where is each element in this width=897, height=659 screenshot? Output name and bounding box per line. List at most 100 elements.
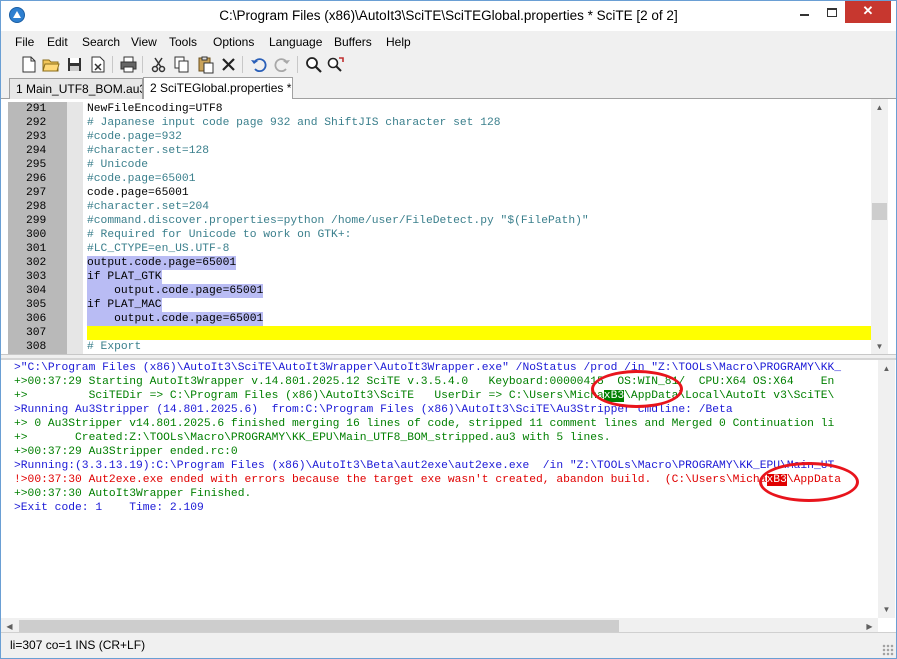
replace-icon[interactable] [326,55,345,74]
code-line[interactable]: 308 # Export [1,340,871,354]
toolbar-separator [142,56,143,73]
output-text: !>00:37:30 Aut2exe.exe ended with errors… [14,474,767,486]
line-number: 302 [26,257,47,269]
editor-vertical-scrollbar[interactable]: ▲ ▼ [871,99,888,354]
menu-tools[interactable]: Tools [169,35,197,49]
new-file-icon[interactable] [19,55,38,74]
line-number: 307 [26,327,47,339]
code-line[interactable]: 307 [1,326,871,340]
output-text: +>00:37:29 Au3Stripper ended.rc:0 [14,446,238,458]
output-text: \AppData\Local\AutoIt v3\SciTE\ [624,390,835,402]
scroll-down-icon[interactable]: ▼ [878,601,895,618]
undo-icon[interactable] [249,55,268,74]
minimize-button[interactable] [791,1,818,23]
close-button[interactable]: ✕ [845,1,891,23]
code-line[interactable]: 304 output.code.page=65001 [1,284,871,298]
scroll-left-icon[interactable]: ◀ [1,618,18,632]
output-lines[interactable]: >"C:\Program Files (x86)\AutoIt3\SciTE\A… [1,360,896,515]
code-line[interactable]: 291 NewFileEncoding=UTF8 [1,102,871,116]
line-number: 306 [26,313,47,325]
line-text: output.code.page=65001 [87,284,264,298]
output-pane[interactable]: >"C:\Program Files (x86)\AutoIt3\SciTE\A… [1,358,896,632]
line-number: 295 [26,159,47,171]
output-text: +>00:37:29 Starting AutoIt3Wrapper v.14.… [14,376,835,388]
close-icon: ✕ [862,3,874,18]
output-horizontal-scrollbar[interactable]: ◀ ▶ [1,618,878,632]
code-line[interactable]: 306 output.code.page=65001 [1,312,871,326]
menu-edit[interactable]: Edit [47,35,68,49]
line-text: output.code.page=65001 [87,312,264,326]
scroll-up-icon[interactable]: ▲ [871,99,888,116]
scroll-right-icon[interactable]: ▶ [861,618,878,632]
output-line: >Exit code: 1 Time: 2.109 [1,501,885,515]
maximize-button[interactable] [818,1,845,23]
menu-language[interactable]: Language [269,35,322,49]
paste-icon[interactable] [196,55,215,74]
line-number: 304 [26,285,47,297]
line-number: 308 [26,341,47,353]
close-file-icon[interactable] [88,55,107,74]
code-line[interactable]: 300 # Required for Unicode to work on GTK… [1,228,871,242]
output-line: >Running Au3Stripper (14.801.2025.6) fro… [1,403,885,417]
scroll-up-icon[interactable]: ▲ [878,360,895,377]
code-lines[interactable]: 291 NewFileEncoding=UTF8 292 # Japanese inp… [1,102,871,354]
invalid-char-marker: xB3 [766,474,787,486]
caret-line-highlight [87,326,871,340]
line-text: # Export [87,341,142,353]
tab-bar: 1 Main_UTF8_BOM.au3 2 SciTEGlobal.proper… [1,77,896,100]
code-line[interactable]: 301 #LC_CTYPE=en_US.UTF-8 [1,242,871,256]
output-line: +> 0 Au3Stripper v14.801.2025.6 finished… [1,417,885,431]
tab-scite-global-properties[interactable]: 2 SciTEGlobal.properties * [143,77,293,100]
output-text: +> SciTEDir => C:\Program Files (x86)\Au… [14,390,604,402]
menu-buffers[interactable]: Buffers [334,35,372,49]
code-line[interactable]: 296 #code.page=65001 [1,172,871,186]
code-line[interactable]: 302 output.code.page=65001 [1,256,871,270]
line-text: #character.set=128 [87,145,210,157]
save-icon[interactable] [65,55,84,74]
redo-icon[interactable] [273,55,292,74]
output-text: +>00:37:30 AutoIt3Wrapper Finished. [14,488,252,500]
menu-help[interactable]: Help [386,35,411,49]
code-line[interactable]: 292 # Japanese input code page 932 and Sh… [1,116,871,130]
menu-search[interactable]: Search [82,35,120,49]
cut-icon[interactable] [149,55,168,74]
invalid-char-marker: xB3 [603,390,625,402]
line-text: # Required for Unicode to work on GTK+: [87,229,352,241]
line-text: code.page=65001 [87,187,189,199]
code-line[interactable]: 298 #character.set=204 [1,200,871,214]
line-text: # Unicode [87,159,149,171]
code-line[interactable]: 297 code.page=65001 [1,186,871,200]
line-text: #code.page=932 [87,131,182,143]
status-bar: li=307 co=1 INS (CR+LF) [1,632,896,658]
find-icon[interactable] [304,55,323,74]
menu-file[interactable]: File [15,35,34,49]
code-line[interactable]: 294 #character.set=128 [1,144,871,158]
title-bar[interactable]: C:\Program Files (x86)\AutoIt3\SciTE\Sci… [1,1,896,31]
resize-grip-icon[interactable] [882,644,894,656]
open-folder-icon[interactable] [41,55,60,74]
code-line[interactable]: 303 if PLAT_GTK [1,270,871,284]
editor-scroll-thumb[interactable] [872,203,887,220]
delete-icon[interactable] [219,55,238,74]
line-text: #character.set=204 [87,201,210,213]
editor-pane[interactable]: 291 NewFileEncoding=UTF8 292 # Japanese inp… [1,99,896,355]
code-line[interactable]: 305 if PLAT_MAC [1,298,871,312]
output-scroll-thumb[interactable] [19,620,619,632]
output-line: +>00:37:30 AutoIt3Wrapper Finished. [1,487,885,501]
line-text: #code.page=65001 [87,173,196,185]
code-line[interactable]: 295 # Unicode [1,158,871,172]
scroll-down-icon[interactable]: ▼ [871,338,888,354]
code-line[interactable]: 299 #command.discover.properties=python /… [1,214,871,228]
code-line[interactable]: 293 #code.page=932 [1,130,871,144]
output-vertical-scrollbar[interactable]: ▲ ▼ [878,360,895,618]
output-line: +>00:37:29 Starting AutoIt3Wrapper v.14.… [1,375,885,389]
line-text: if PLAT_MAC [87,298,162,312]
menu-view[interactable]: View [131,35,157,49]
print-icon[interactable] [119,55,138,74]
copy-icon[interactable] [172,55,191,74]
line-text: output.code.page=65001 [87,256,237,270]
toolbar-separator [242,56,243,73]
menu-options[interactable]: Options [213,35,254,49]
toolbar-separator [297,56,298,73]
tab-main-utf8-bom[interactable]: 1 Main_UTF8_BOM.au3 [9,78,143,99]
